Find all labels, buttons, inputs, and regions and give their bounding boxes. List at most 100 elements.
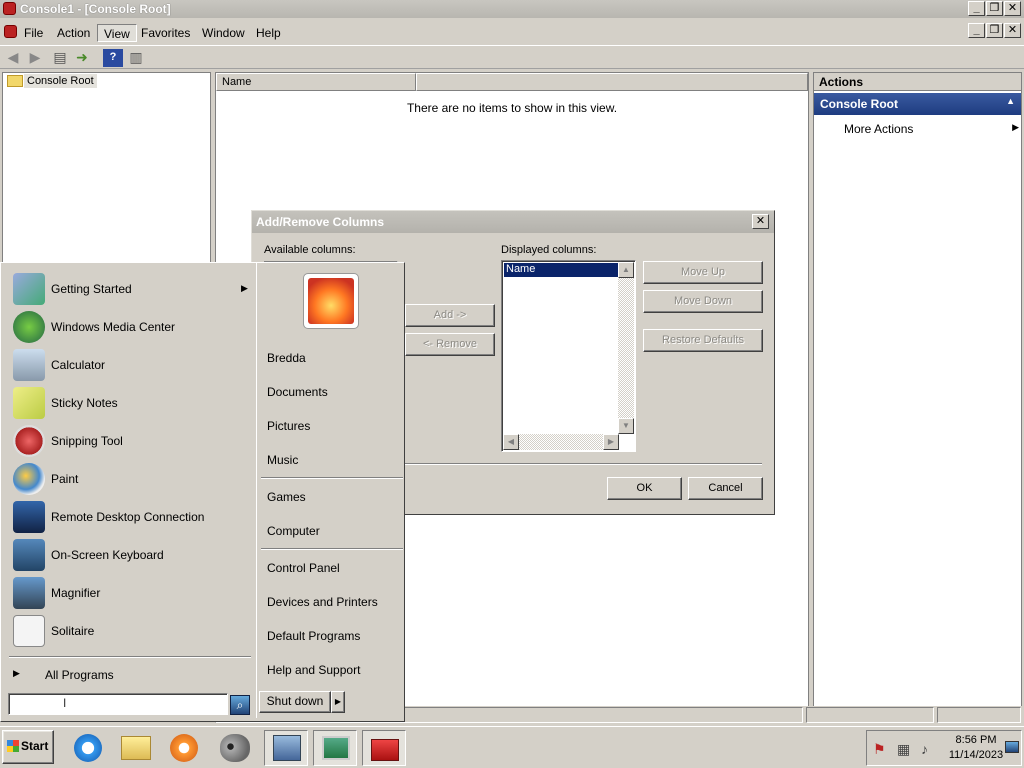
status-segment-2 [806, 707, 934, 723]
restore-icon[interactable]: ❐ [986, 1, 1003, 16]
link-computer[interactable]: Computer [267, 524, 320, 538]
program-magnifier[interactable]: Magnifier [9, 575, 249, 611]
help-icon[interactable]: ? [103, 49, 123, 67]
tree-item-console-root[interactable]: Console Root [24, 74, 97, 88]
ok-button[interactable]: OK [607, 477, 682, 500]
collapse-up-icon[interactable]: ▲ [1006, 96, 1015, 106]
flower-avatar-icon [308, 278, 354, 324]
program-snipping-tool[interactable]: Snipping Tool [9, 423, 249, 459]
child-minimize-icon[interactable]: _ [968, 23, 985, 38]
cancel-button[interactable]: Cancel [688, 477, 763, 500]
minimize-icon[interactable]: _ [968, 1, 985, 16]
link-user-folder[interactable]: Bredda [267, 351, 306, 365]
program-on-screen-keyboard[interactable]: On-Screen Keyboard [9, 537, 249, 573]
user-picture[interactable] [303, 273, 359, 329]
action-more-actions[interactable]: More Actions ▶ [844, 122, 1019, 138]
link-default-programs[interactable]: Default Programs [267, 629, 360, 643]
scroll-right-icon[interactable]: ▶ [603, 434, 619, 450]
show-hide-tree-icon[interactable]: ▤ [50, 49, 70, 67]
text-cursor-icon: I [63, 696, 67, 710]
dialog-separator [402, 463, 762, 465]
back-arrow-icon[interactable]: ◀ [3, 49, 23, 67]
displayed-item-name[interactable]: Name [504, 263, 618, 277]
actions-section-console-root[interactable]: Console Root ▲ [814, 93, 1021, 115]
program-calculator[interactable]: Calculator [9, 347, 249, 383]
program-windows-media-center[interactable]: Windows Media Center [9, 309, 249, 345]
actions-pane: Actions Console Root ▲ More Actions ▶ [813, 72, 1022, 708]
network-icon[interactable]: ▦ [897, 741, 910, 758]
show-hide-action-pane-icon[interactable]: ▥ [126, 49, 146, 67]
taskbar-raccoon-app[interactable] [212, 730, 256, 766]
snipping-tool-icon [13, 425, 45, 457]
menu-view[interactable]: View [97, 24, 137, 42]
toolbox-icon [371, 739, 399, 761]
clock-date[interactable]: 11/14/2023 [945, 749, 1007, 761]
menu-window[interactable]: Window [196, 24, 251, 42]
horizontal-scrollbar[interactable]: ◀ ▶ [503, 434, 619, 450]
program-paint[interactable]: Paint [9, 461, 249, 497]
link-pictures[interactable]: Pictures [267, 419, 310, 433]
close-icon[interactable]: ✕ [1004, 1, 1021, 16]
internet-explorer-icon [74, 734, 102, 762]
link-help-and-support[interactable]: Help and Support [267, 663, 360, 677]
program-label: Sticky Notes [51, 396, 118, 410]
actions-section-label: Console Root [820, 97, 898, 111]
program-solitaire[interactable]: Solitaire [9, 613, 249, 649]
taskbar-internet-explorer[interactable] [66, 730, 110, 766]
dialog-close-icon[interactable]: ✕ [752, 214, 769, 229]
clock-time[interactable]: 8:56 PM [951, 734, 1001, 746]
restore-defaults-button[interactable]: Restore Defaults [643, 329, 763, 352]
menu-favorites[interactable]: Favorites [135, 24, 196, 42]
vertical-scrollbar[interactable]: ▲ ▼ [618, 262, 634, 434]
start-search-input[interactable]: I [8, 693, 228, 715]
menu-file[interactable]: File [18, 24, 49, 42]
export-list-icon[interactable]: ➜ [72, 49, 92, 67]
volume-muted-icon[interactable]: ♪ [921, 741, 928, 757]
show-desktop-icon[interactable] [1005, 741, 1019, 753]
title-bar: Console1 - [Console Root] _ ❐ ✕ [0, 0, 1024, 18]
link-games[interactable]: Games [267, 490, 306, 504]
forward-arrow-icon[interactable]: ▶ [25, 49, 45, 67]
child-window-icon[interactable] [4, 25, 17, 38]
action-center-flag-icon[interactable]: ⚑ [873, 741, 886, 758]
taskbar-media-player[interactable] [162, 730, 206, 766]
add-column-button[interactable]: Add -> [405, 304, 495, 327]
remove-column-button[interactable]: <- Remove [405, 333, 495, 356]
taskbar-toolbox-app[interactable] [362, 730, 406, 766]
programs-separator [9, 656, 251, 658]
link-control-panel[interactable]: Control Panel [267, 561, 340, 575]
search-icon[interactable]: ⌕ [230, 695, 250, 715]
column-header-name[interactable]: Name [216, 73, 416, 91]
displayed-columns-list[interactable]: Name ▲ ▼ ◀ ▶ [501, 260, 636, 452]
shut-down-button[interactable]: Shut down [259, 691, 331, 713]
console-app-icon[interactable] [3, 2, 16, 15]
program-remote-desktop-connection[interactable]: Remote Desktop Connection [9, 499, 249, 535]
start-button[interactable]: Start [2, 730, 54, 764]
scroll-left-icon[interactable]: ◀ [503, 434, 519, 450]
all-programs-item[interactable]: ▶ All Programs [11, 666, 249, 684]
child-close-icon[interactable]: ✕ [1004, 23, 1021, 38]
link-documents[interactable]: Documents [267, 385, 328, 399]
taskbar-display-app[interactable] [313, 730, 357, 766]
program-getting-started[interactable]: Getting Started ▶ [9, 271, 249, 307]
link-music[interactable]: Music [267, 453, 298, 467]
keyboard-icon [13, 539, 45, 571]
link-devices-and-printers[interactable]: Devices and Printers [267, 595, 378, 609]
shut-down-options-icon[interactable]: ▶ [331, 691, 345, 713]
taskbar-mmc-console[interactable] [264, 730, 308, 766]
move-up-button[interactable]: Move Up [643, 261, 763, 284]
scroll-up-icon[interactable]: ▲ [618, 262, 634, 278]
scroll-down-icon[interactable]: ▼ [618, 418, 634, 434]
status-segment-3 [937, 707, 1021, 723]
menu-help[interactable]: Help [250, 24, 287, 42]
expand-arrow-icon: ▶ [13, 668, 20, 678]
taskbar: Start ⚑ ▦ ♪ 8:56 PM 11/14/2023 [0, 726, 1024, 768]
calculator-icon [13, 349, 45, 381]
taskbar-windows-explorer[interactable] [114, 730, 158, 766]
child-restore-icon[interactable]: ❐ [986, 23, 1003, 38]
dialog-title: Add/Remove Columns [252, 211, 774, 233]
program-sticky-notes[interactable]: Sticky Notes [9, 385, 249, 421]
available-columns-label: Available columns: [264, 244, 356, 256]
move-down-button[interactable]: Move Down [643, 290, 763, 313]
menu-action[interactable]: Action [51, 24, 96, 42]
